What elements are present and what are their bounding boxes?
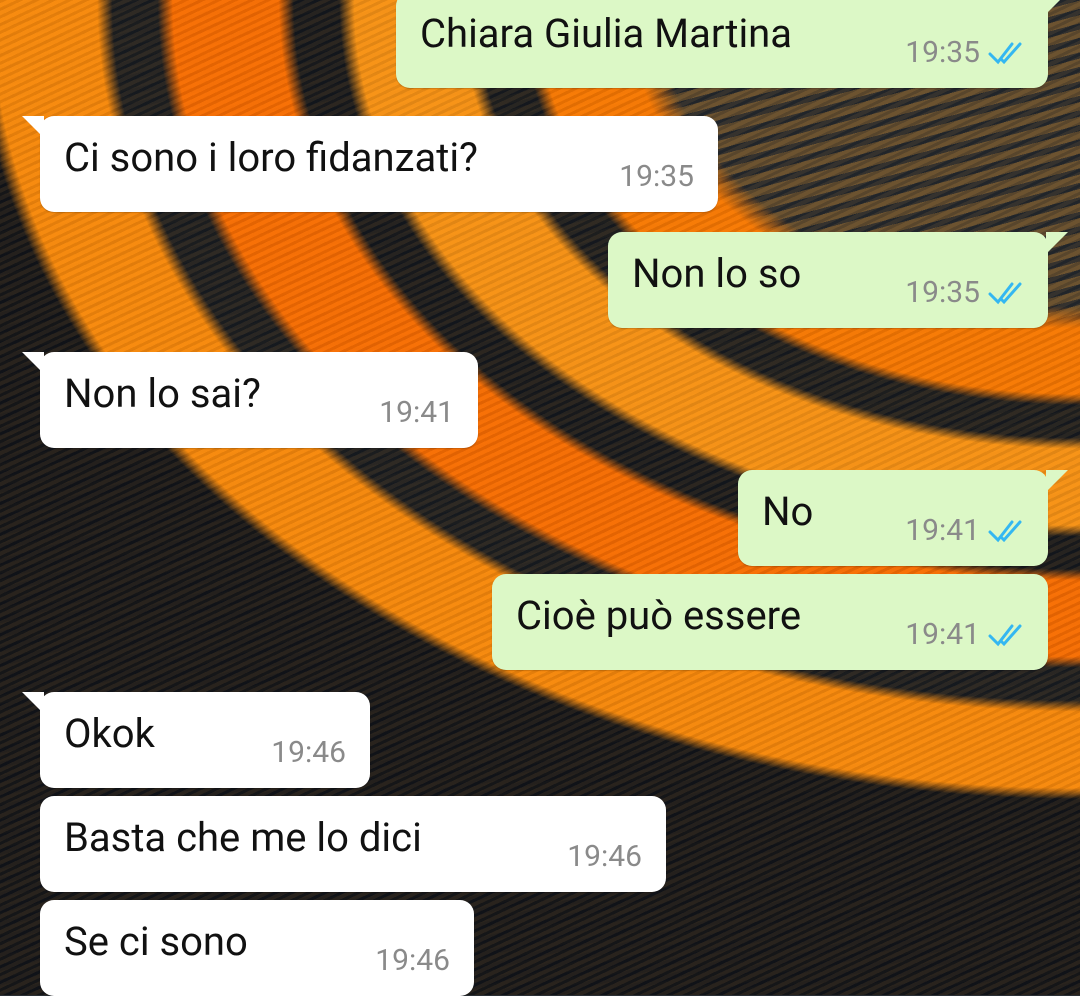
message-time: 19:46 <box>271 735 346 770</box>
message-bubble-outgoing[interactable]: No 19:41 <box>738 470 1068 566</box>
message-meta: 19:35 <box>619 159 694 194</box>
chat-message-list[interactable]: Chiara Giulia Martina 19:35 Ci sono i lo… <box>0 0 1080 996</box>
message-meta: 19:46 <box>271 735 346 770</box>
message-time: 19:46 <box>375 943 450 978</box>
message-time: 19:41 <box>905 513 980 548</box>
message-bubble-incoming[interactable]: Se ci sono 19:46 <box>40 900 474 996</box>
message-bubble-incoming[interactable]: Non lo sai? 19:41 <box>22 352 478 448</box>
message-text: Basta che me lo dici <box>64 814 422 861</box>
message-meta: 19:41 <box>905 617 1028 652</box>
message-bubble-outgoing[interactable]: Cioè può essere 19:41 <box>492 574 1048 670</box>
message-bubble-outgoing[interactable]: Chiara Giulia Martina 19:35 <box>396 0 1068 88</box>
double-check-icon <box>988 282 1022 304</box>
message-time: 19:41 <box>905 617 980 652</box>
message-bubble-outgoing[interactable]: Non lo so 19:35 <box>608 232 1068 328</box>
message-time: 19:35 <box>905 275 980 310</box>
message-time: 19:35 <box>905 35 980 70</box>
message-bubble-incoming[interactable]: Ci sono i loro fidanzati? 19:35 <box>22 116 718 212</box>
double-check-icon <box>988 42 1022 64</box>
message-bubble-incoming[interactable]: Basta che me lo dici 19:46 <box>40 796 666 892</box>
message-meta: 19:41 <box>379 395 454 430</box>
double-check-icon <box>988 520 1022 542</box>
message-meta: 19:46 <box>375 943 450 978</box>
message-meta: 19:35 <box>905 275 1028 310</box>
message-time: 19:35 <box>619 159 694 194</box>
message-time: 19:46 <box>567 839 642 874</box>
message-bubble-incoming[interactable]: Okok 19:46 <box>22 692 370 788</box>
message-time: 19:41 <box>379 395 454 430</box>
message-meta: 19:35 <box>905 35 1028 70</box>
message-meta: 19:46 <box>567 839 642 874</box>
message-text: Ci sono i loro fidanzati? <box>64 134 478 181</box>
message-meta: 19:41 <box>905 513 1028 548</box>
double-check-icon <box>988 624 1022 646</box>
